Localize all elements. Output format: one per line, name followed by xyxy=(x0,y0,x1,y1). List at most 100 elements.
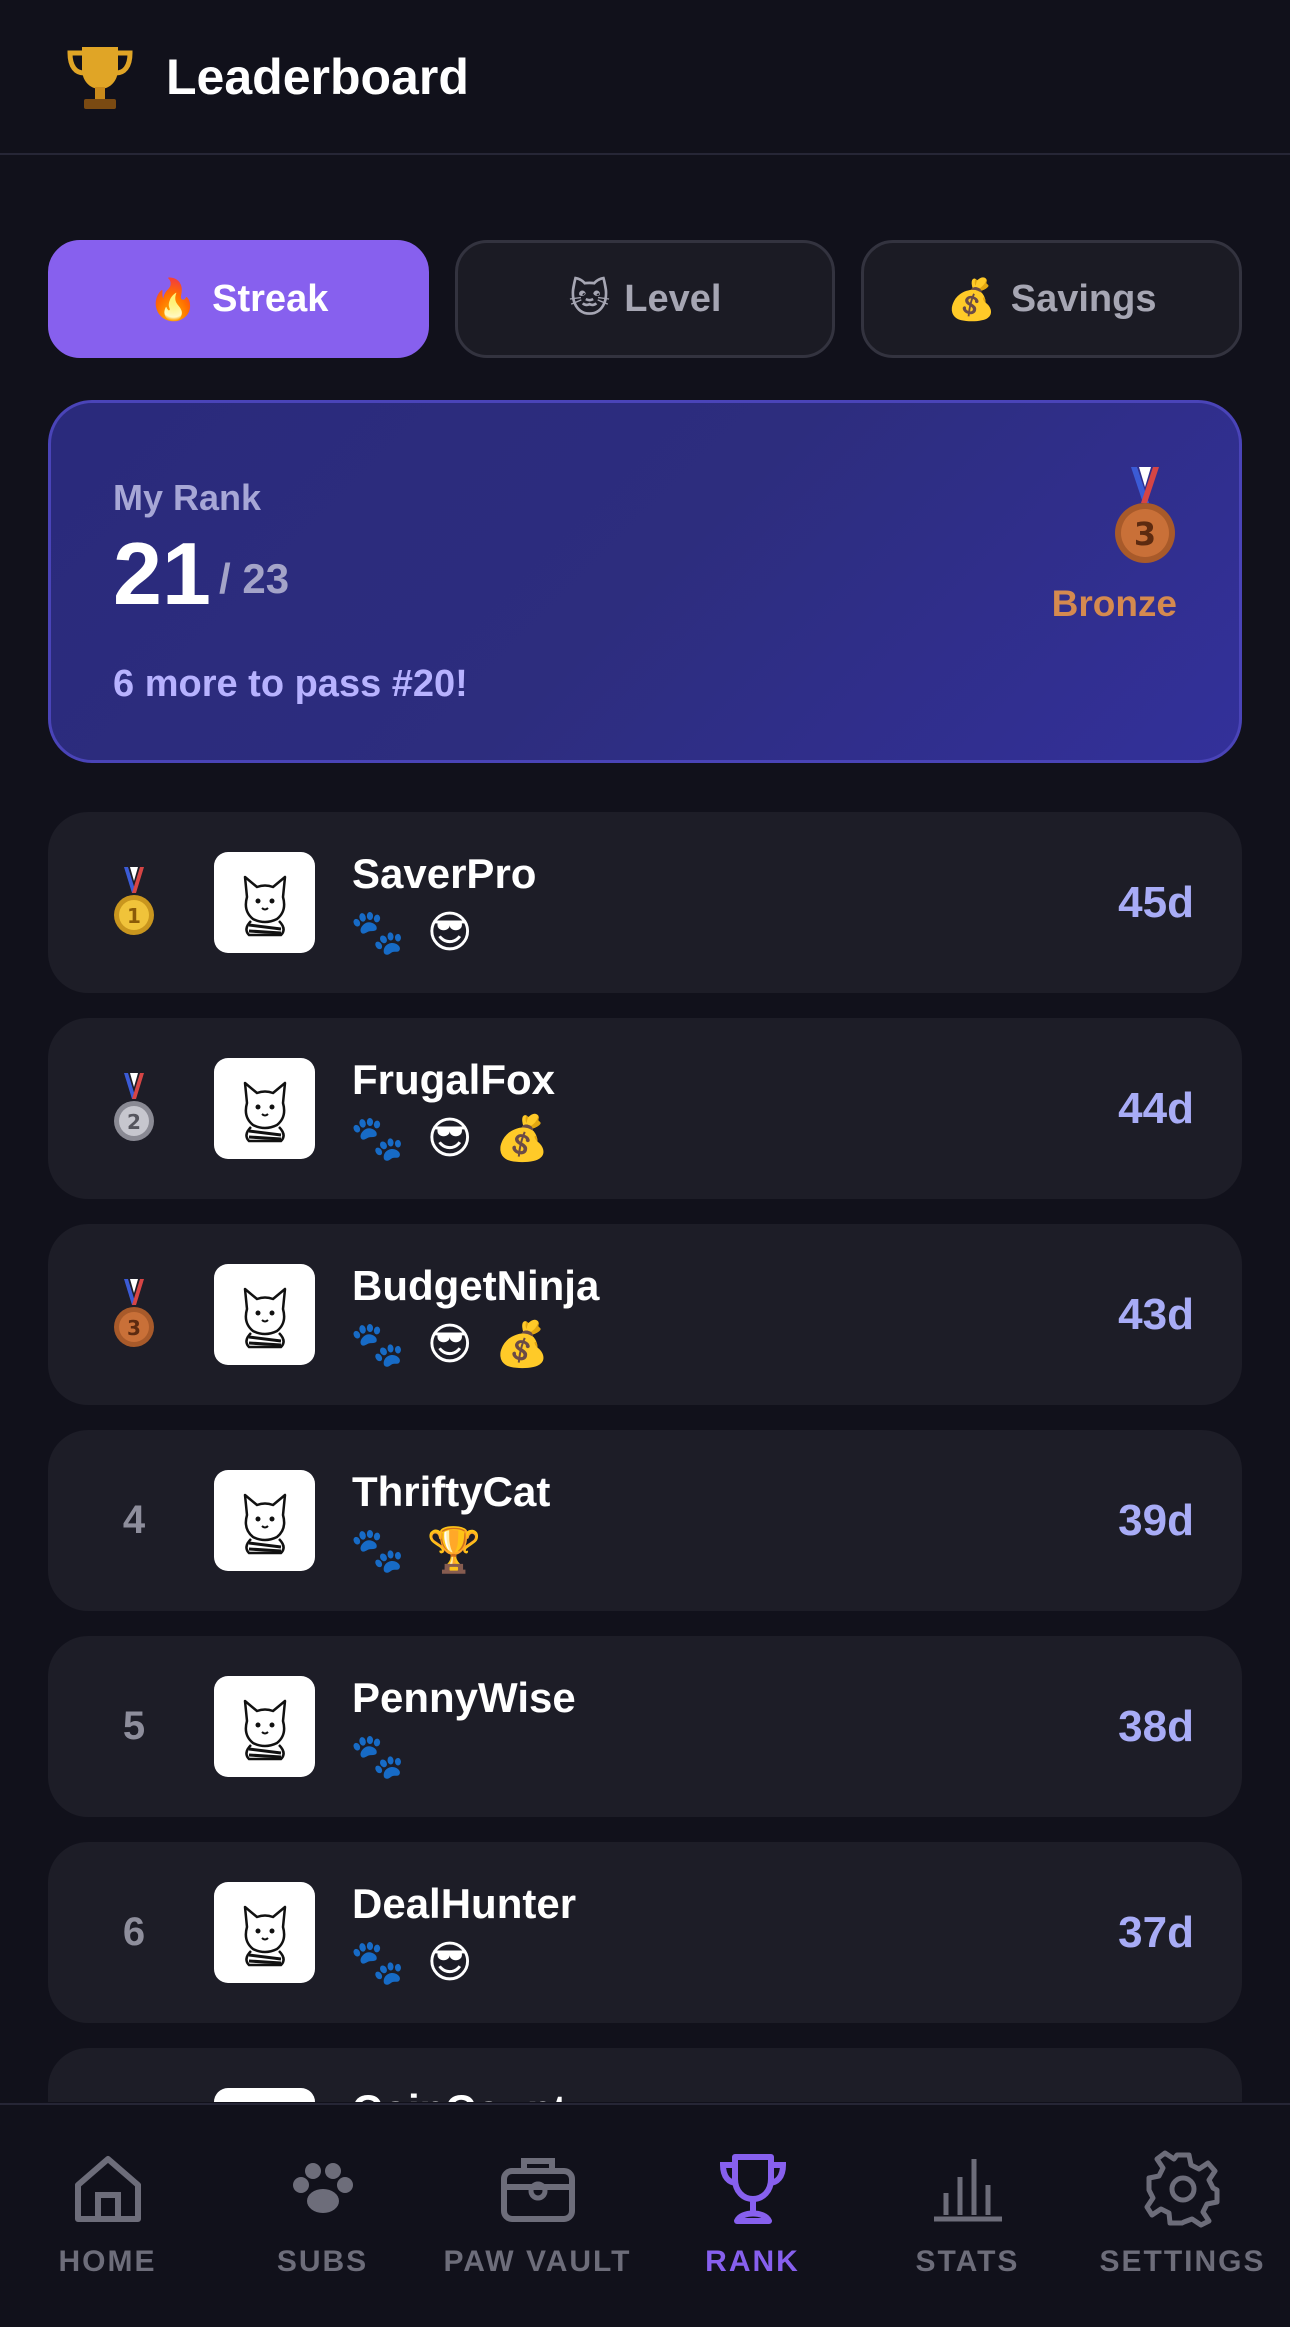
svg-text:3: 3 xyxy=(127,1316,141,1340)
table-row[interactable]: 7 CoinCount xyxy=(48,2048,1242,2102)
cat-avatar-icon xyxy=(225,2099,305,2103)
badge-list: 🐾 😎 xyxy=(350,908,473,958)
user-name: BudgetNinja xyxy=(352,1262,600,1309)
nav-paw-vault-label: PAW VAULT xyxy=(443,2245,632,2278)
cat-icon: 🐱 xyxy=(568,276,611,322)
user-name: FrugalFox xyxy=(352,1056,556,1103)
bar-chart-icon xyxy=(933,2159,1002,2222)
leaderboard-tabs: 🔥 Streak 🐱 Level 💰 Savings xyxy=(48,240,1243,358)
leaderboard-list: 1 SaverPro 🐾 😎 45d 2 FrugalFox 🐾 😎 💰 44d 3 BudgetNin… xyxy=(48,812,1242,2102)
badge-list: 🐾 😎 xyxy=(350,1938,473,1988)
badge-icon: 😎 xyxy=(426,1320,473,1369)
money-bag-icon: 💰 xyxy=(946,276,997,323)
cat-avatar-icon xyxy=(243,1081,286,1142)
badge-icon: 🐾 xyxy=(350,1938,405,1987)
avatar xyxy=(214,2088,315,2102)
streak-score: 37d xyxy=(1118,1907,1194,1957)
badge-list: 🐾 xyxy=(350,1732,405,1782)
tab-streak[interactable]: 🔥 Streak xyxy=(48,240,429,358)
tab-level[interactable]: 🐱 Level xyxy=(454,240,836,358)
nav-home-label: HOME xyxy=(58,2245,157,2278)
table-row[interactable]: 6 DealHunter 🐾 😎 37d xyxy=(48,1842,1242,2023)
nav-rank-label: RANK xyxy=(705,2245,800,2278)
avatar xyxy=(214,852,315,953)
badge-icon: 💰 xyxy=(494,1320,550,1369)
paw-icon xyxy=(292,2163,353,2213)
bronze-medal-icon: 3 xyxy=(1115,467,1175,563)
cat-avatar-icon xyxy=(243,1699,286,1760)
trophy-icon xyxy=(719,2154,786,2224)
bottom-nav: HOME SUBS PAW VAULT RANK STATS SETTINGS xyxy=(0,2103,1290,2327)
cat-avatar-icon xyxy=(243,1287,286,1348)
page-title: Leaderboard xyxy=(166,48,469,105)
gear-icon xyxy=(1144,2150,1219,2228)
rank-position: 6 xyxy=(122,1910,146,1954)
user-name: SaverPro xyxy=(352,850,537,897)
badge-list: 🐾 😎 💰 xyxy=(350,1114,549,1164)
rank-tier-label: Bronze xyxy=(1051,583,1177,624)
my-rank-label: My Rank xyxy=(113,477,262,518)
badge-icon: 🐾 xyxy=(350,1320,405,1369)
nav-stats-label: STATS xyxy=(915,2245,1020,2278)
table-row[interactable]: 1 SaverPro 🐾 😎 45d xyxy=(48,812,1242,993)
streak-score: 39d xyxy=(1118,1495,1194,1545)
streak-score: 38d xyxy=(1118,1701,1194,1751)
nav-stats[interactable]: STATS xyxy=(860,2105,1075,2327)
my-rank-total: / 23 xyxy=(219,555,290,602)
nav-home[interactable]: HOME xyxy=(0,2105,215,2327)
nav-settings[interactable]: SETTINGS xyxy=(1075,2105,1290,2327)
user-name: PennyWise xyxy=(352,1674,576,1721)
svg-text:2: 2 xyxy=(127,1110,141,1134)
nav-rank[interactable]: RANK xyxy=(645,2105,860,2327)
rank-position: 3 xyxy=(108,1224,160,1405)
vault-icon xyxy=(500,2158,575,2222)
rank-position: 7 xyxy=(108,2048,160,2102)
badge-icon: 🐾 xyxy=(350,1114,405,1163)
nav-paw-vault[interactable]: PAW VAULT xyxy=(430,2105,645,2327)
rank-hint: 6 more to pass #20! xyxy=(113,663,468,705)
user-name: DealHunter xyxy=(352,1880,577,1927)
table-row[interactable]: 3 BudgetNinja 🐾 😎 💰 43d xyxy=(48,1224,1242,1405)
badge-icon: 🐾 xyxy=(350,1526,405,1575)
table-row[interactable]: 5 PennyWise 🐾 38d xyxy=(48,1636,1242,1817)
table-row[interactable]: 2 FrugalFox 🐾 😎 💰 44d xyxy=(48,1018,1242,1199)
svg-text:3: 3 xyxy=(1134,515,1156,553)
trophy-icon xyxy=(67,46,133,109)
rank-position: 4 xyxy=(122,1498,146,1542)
avatar xyxy=(214,1882,315,1983)
badge-icon: 🐾 xyxy=(350,1732,405,1781)
cat-avatar-icon xyxy=(243,875,286,936)
badge-icon: 🐾 xyxy=(350,908,405,957)
cat-avatar-icon xyxy=(243,1905,286,1966)
tab-savings[interactable]: 💰 Savings xyxy=(861,240,1243,358)
badge-icon: 😎 xyxy=(426,1114,473,1163)
gold-medal-icon: 1 xyxy=(114,866,154,935)
tab-streak-label: Streak xyxy=(212,277,329,320)
badge-icon: 🏆 xyxy=(426,1526,482,1575)
avatar xyxy=(214,1058,315,1159)
rank-position: 5 xyxy=(122,1704,146,1748)
tab-level-label: Level xyxy=(624,277,722,320)
rank-position: 1 xyxy=(108,812,160,993)
tab-savings-label: Savings xyxy=(1010,277,1157,320)
nav-subs-label: SUBS xyxy=(276,2245,369,2278)
streak-score: 45d xyxy=(1118,877,1194,927)
badge-icon: 💰 xyxy=(494,1114,550,1163)
table-row[interactable]: 4 ThriftyCat 🐾 🏆 39d xyxy=(48,1430,1242,1611)
user-name: ThriftyCat xyxy=(352,1468,551,1515)
nav-subs[interactable]: SUBS xyxy=(215,2105,430,2327)
avatar xyxy=(214,1470,315,1571)
nav-settings-label: SETTINGS xyxy=(1099,2245,1266,2278)
rank-position: 2 xyxy=(108,1018,160,1199)
badge-icon: 😎 xyxy=(426,908,473,957)
fire-icon: 🔥 xyxy=(148,276,199,323)
avatar xyxy=(214,1264,315,1365)
user-name: CoinCount xyxy=(352,2086,567,2102)
avatar xyxy=(214,1676,315,1777)
streak-score: 43d xyxy=(1118,1289,1194,1339)
bronze-medal-icon: 3 xyxy=(114,1278,154,1347)
home-icon xyxy=(74,2156,141,2222)
cat-avatar-icon xyxy=(243,1493,286,1554)
badge-list: 🐾 😎 💰 xyxy=(350,1320,549,1370)
badge-icon: 😎 xyxy=(426,1938,473,1987)
